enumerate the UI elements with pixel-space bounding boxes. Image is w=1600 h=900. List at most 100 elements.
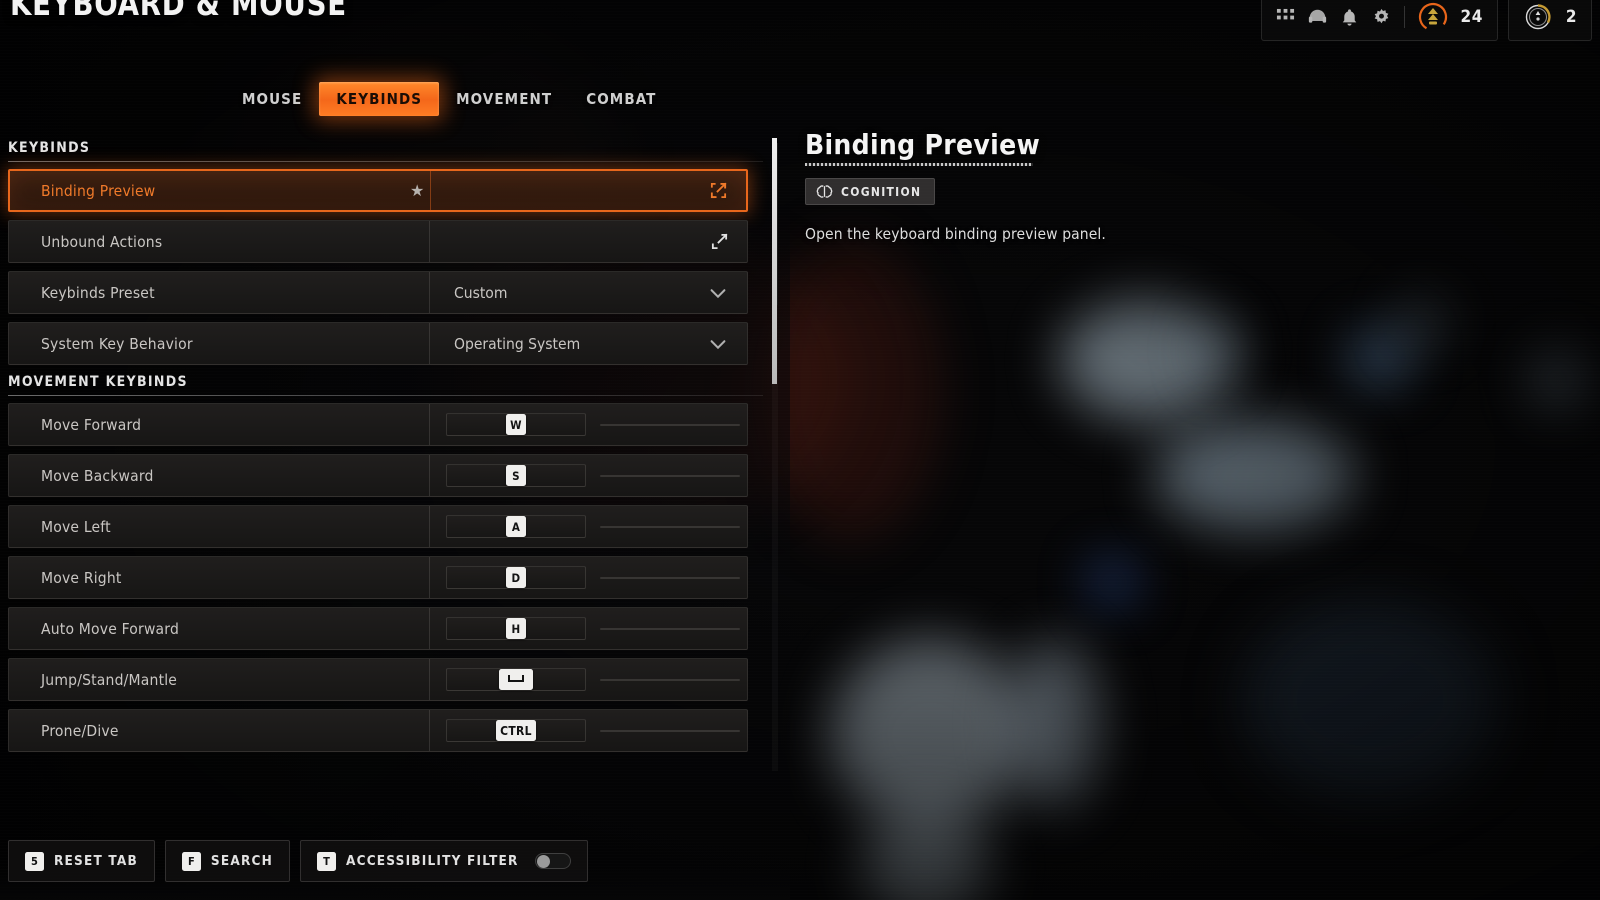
bottom-action-bar: 5 RESET TAB F SEARCH T ACCESSIBILITY FIL… bbox=[8, 840, 588, 882]
external-link-icon bbox=[711, 233, 728, 250]
toggle-knob bbox=[536, 855, 550, 868]
external-link-icon bbox=[710, 182, 727, 199]
keycap: S bbox=[506, 465, 526, 486]
info-panel-rule bbox=[805, 163, 1033, 167]
secondary-binding-slot[interactable] bbox=[600, 576, 740, 579]
tab-keybinds[interactable]: KEYBINDS bbox=[319, 82, 440, 116]
prestige-emblem-icon[interactable] bbox=[1523, 2, 1553, 32]
secondary-binding-slot[interactable] bbox=[600, 474, 740, 477]
keycap-t: T bbox=[316, 851, 336, 871]
section-heading-keybinds: KEYBINDS bbox=[8, 140, 91, 156]
row-tail[interactable] bbox=[707, 272, 747, 313]
keycap: D bbox=[506, 567, 526, 588]
secondary-binding-slot[interactable] bbox=[600, 423, 740, 426]
primary-binding-slot[interactable]: A bbox=[446, 515, 586, 538]
keycap: CTRL bbox=[496, 720, 536, 741]
info-panel: Binding Preview COGNITION Open the keybo… bbox=[772, 128, 1372, 384]
hud-primary-group: 24 bbox=[1260, 0, 1498, 41]
tab-bar: MOUSE KEYBINDS MOVEMENT COMBAT bbox=[225, 82, 673, 116]
section-rule bbox=[8, 395, 763, 396]
cognition-tag-label: COGNITION bbox=[841, 184, 922, 199]
row-label: Move Right bbox=[41, 568, 122, 587]
page-title: KEYBOARD & MOUSE bbox=[10, 0, 347, 23]
secondary-binding-slot[interactable] bbox=[600, 729, 740, 732]
primary-binding-slot[interactable]: H bbox=[446, 617, 586, 640]
prestige-level: 2 bbox=[1565, 7, 1577, 27]
row-label: System Key Behavior bbox=[41, 334, 193, 353]
search-button[interactable]: F SEARCH bbox=[164, 840, 290, 882]
headset-icon[interactable] bbox=[1308, 8, 1327, 27]
row-tail[interactable] bbox=[709, 171, 746, 210]
row-label: Auto Move Forward bbox=[41, 619, 180, 638]
hud-secondary-group: 2 bbox=[1507, 0, 1592, 41]
row-tail[interactable] bbox=[710, 221, 747, 262]
hud-bar: 24 2 bbox=[1260, 0, 1592, 41]
chevron-down-icon bbox=[710, 339, 726, 349]
row-move-right[interactable]: Move Right D bbox=[8, 556, 748, 599]
row-keybinds-preset[interactable]: Keybinds Preset Custom bbox=[8, 271, 748, 314]
row-unbound-actions[interactable]: Unbound Actions bbox=[8, 220, 748, 263]
row-move-forward[interactable]: Move Forward W bbox=[8, 403, 748, 446]
hud-divider bbox=[1403, 6, 1405, 28]
info-panel-title: Binding Preview bbox=[805, 128, 1041, 161]
settings-list-viewport: KEYBINDS Binding Preview ★ Unbound Actio… bbox=[0, 140, 775, 772]
tab-mouse[interactable]: MOUSE bbox=[225, 82, 319, 116]
row-system-key-behavior[interactable]: System Key Behavior Operating System bbox=[8, 322, 748, 365]
primary-binding-slot[interactable]: W bbox=[446, 413, 586, 436]
row-label: Prone/Dive bbox=[41, 721, 119, 740]
row-prone-dive[interactable]: Prone/Dive CTRL bbox=[8, 709, 748, 752]
bell-icon[interactable] bbox=[1340, 8, 1359, 27]
keycap-5: 5 bbox=[25, 851, 44, 871]
chevron-down-icon bbox=[710, 288, 726, 298]
row-binding-preview[interactable]: Binding Preview ★ bbox=[8, 169, 748, 212]
rank-badge[interactable] bbox=[1418, 2, 1448, 32]
brain-icon bbox=[816, 185, 833, 199]
row-label: Move Backward bbox=[41, 466, 154, 485]
keycap: A bbox=[506, 516, 526, 537]
primary-binding-slot[interactable]: S bbox=[446, 464, 586, 487]
secondary-binding-slot[interactable] bbox=[600, 525, 740, 528]
row-move-backward[interactable]: Move Backward S bbox=[8, 454, 748, 497]
grid-icon[interactable] bbox=[1276, 8, 1295, 27]
row-value bbox=[430, 221, 710, 262]
row-label: Jump/Stand/Mantle bbox=[41, 670, 178, 689]
info-panel-accent-bar bbox=[772, 138, 777, 384]
secondary-binding-slot[interactable] bbox=[600, 627, 740, 630]
primary-binding-slot[interactable]: CTRL bbox=[446, 719, 586, 742]
row-label: Binding Preview bbox=[41, 181, 156, 200]
info-panel-description: Open the keyboard binding preview panel. bbox=[805, 225, 1106, 244]
favorite-star-icon[interactable]: ★ bbox=[410, 171, 424, 210]
gear-icon[interactable] bbox=[1372, 8, 1391, 27]
accessibility-filter-button[interactable]: T ACCESSIBILITY FILTER bbox=[299, 840, 588, 882]
spacebar-icon bbox=[508, 675, 524, 682]
row-label: Unbound Actions bbox=[41, 232, 163, 251]
rank-level: 24 bbox=[1460, 7, 1483, 27]
accessibility-filter-label: ACCESSIBILITY FILTER bbox=[345, 853, 519, 869]
row-value: Operating System bbox=[454, 334, 581, 353]
keycap: H bbox=[506, 618, 526, 639]
row-move-left[interactable]: Move Left A bbox=[8, 505, 748, 548]
reset-tab-button[interactable]: 5 RESET TAB bbox=[8, 840, 155, 882]
accessibility-filter-toggle[interactable] bbox=[534, 853, 571, 869]
search-label: SEARCH bbox=[210, 853, 273, 869]
row-label: Keybinds Preset bbox=[41, 283, 155, 302]
cognition-tag: COGNITION bbox=[805, 178, 936, 206]
row-label: Move Forward bbox=[41, 415, 142, 434]
tab-movement[interactable]: MOVEMENT bbox=[439, 82, 569, 116]
primary-binding-slot[interactable] bbox=[446, 668, 586, 691]
secondary-binding-slot[interactable] bbox=[600, 678, 740, 681]
row-auto-move-forward[interactable]: Auto Move Forward H bbox=[8, 607, 748, 650]
tab-combat[interactable]: COMBAT bbox=[569, 82, 673, 116]
primary-binding-slot[interactable]: D bbox=[446, 566, 586, 589]
spacebar-keycap bbox=[499, 669, 533, 690]
section-rule bbox=[8, 161, 763, 162]
keycap: W bbox=[506, 414, 526, 435]
row-label: Move Left bbox=[41, 517, 111, 536]
keycap-f: F bbox=[181, 851, 201, 871]
reset-tab-label: RESET TAB bbox=[54, 853, 138, 869]
row-jump-stand-mantle[interactable]: Jump/Stand/Mantle bbox=[8, 658, 748, 701]
row-tail[interactable] bbox=[707, 323, 747, 364]
row-value bbox=[431, 171, 709, 210]
section-heading-movement-keybinds: MOVEMENT KEYBINDS bbox=[8, 374, 188, 390]
settings-list-column: KEYBINDS Binding Preview ★ Unbound Actio… bbox=[0, 140, 790, 780]
